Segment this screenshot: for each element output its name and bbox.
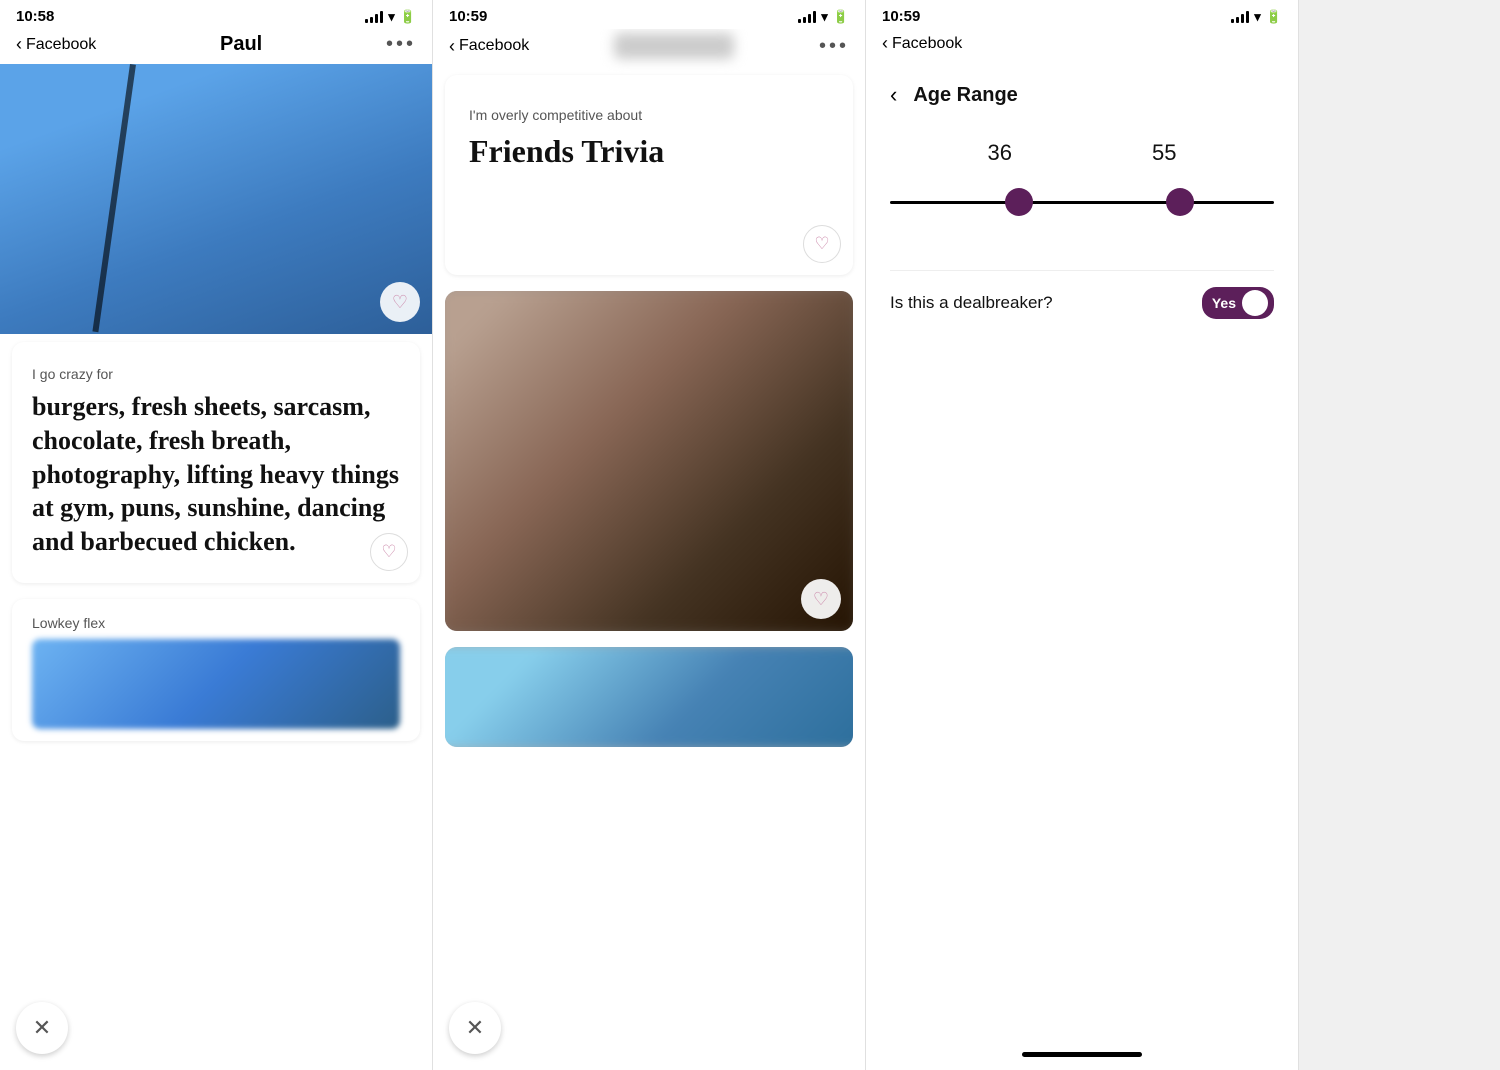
age-range-slider[interactable] [890,182,1274,222]
slider-thumb-min[interactable] [1005,188,1033,216]
close-button-2[interactable]: ✕ [449,1002,501,1054]
prompt-card: I go crazy for burgers, fresh sheets, sa… [12,342,420,583]
dealbreaker-toggle[interactable]: Yes [1202,287,1274,319]
status-time-2: 10:59 [449,8,487,25]
wifi-icon-1: ▾ [388,9,395,25]
battery-icon-3: 🔋 [1266,9,1282,25]
age-max-value: 55 [1152,140,1176,166]
home-bar-3 [1022,1052,1142,1057]
status-time-3: 10:59 [882,8,920,25]
home-indicator-3 [866,1042,1298,1070]
signal-icon-1 [365,11,383,23]
dealbreaker-label: Is this a dealbreaker? [890,293,1053,313]
age-range-title: Age Range [913,84,1017,107]
wifi-icon-2: ▾ [821,9,828,25]
more-button-2[interactable]: ••• [819,35,849,58]
battery-icon-1: 🔋 [400,9,416,25]
nav-bar-2: ‹ Facebook ••• [433,29,865,67]
signal-icon-3 [1231,11,1249,23]
age-range-back-button[interactable]: ‹ [890,82,897,108]
status-icons-3: ▾ 🔋 [1231,9,1282,25]
age-values-row: 36 55 [890,140,1274,166]
heart-icon-card: ♡ [381,542,396,562]
photo-blurred-1 [445,291,853,631]
status-icons-1: ▾ 🔋 [365,9,416,25]
slider-track [890,201,1274,204]
age-min-value: 36 [988,140,1012,166]
photo-heart-button-2[interactable]: ♡ [801,579,841,619]
more-button-1[interactable]: ••• [386,33,416,56]
nav-bar-1: ‹ Facebook Paul ••• [0,29,432,64]
photo-blurred-2 [445,647,853,747]
battery-icon-2: 🔋 [833,9,849,25]
x-icon-1: ✕ [33,1015,51,1041]
status-time-1: 10:58 [16,8,54,25]
back-button-1[interactable]: ‹ Facebook [16,34,96,55]
status-bar-2: 10:59 ▾ 🔋 [433,0,865,29]
back-button-2[interactable]: ‹ Facebook [449,36,529,57]
lowkey-photo [32,639,400,729]
back-arrow-icon-2: ‹ [449,36,455,57]
nav-facebook-label-1: Facebook [26,36,96,54]
trivia-heart-button[interactable]: ♡ [803,225,841,263]
toggle-yes-label: Yes [1212,295,1236,311]
photo-heart-button[interactable]: ♡ [380,282,420,322]
back-arrow-icon-1: ‹ [16,34,22,55]
close-button-1[interactable]: ✕ [16,1002,68,1054]
dealbreaker-row: Is this a dealbreaker? Yes [890,270,1274,335]
toggle-circle [1242,290,1268,316]
back-button-3[interactable]: ‹ Facebook [882,33,962,54]
lowkey-label: Lowkey flex [32,615,400,631]
nav-bar-3: ‹ Facebook [866,29,1298,62]
panel-3-age-range: 10:59 ▾ 🔋 ‹ Facebook ‹ Age Range [866,0,1299,1070]
blurred-username [614,33,734,59]
lowkey-card: Lowkey flex [12,599,420,741]
wifi-icon-3: ▾ [1254,9,1261,25]
profile-photo-block: ♡ [0,64,432,334]
heart-icon-photo: ♡ [392,292,408,313]
photo-card-2 [445,647,853,747]
heart-icon-photo2: ♡ [813,589,829,610]
nav-facebook-label-3: Facebook [892,35,962,53]
profile-name: Paul [220,33,262,56]
prompt-text: burgers, fresh sheets, sarcasm, chocolat… [32,390,400,559]
trivia-prompt-label: I'm overly competitive about [469,107,829,123]
slider-thumb-max[interactable] [1166,188,1194,216]
status-icons-2: ▾ 🔋 [798,9,849,25]
status-bar-1: 10:58 ▾ 🔋 [0,0,432,29]
nav-facebook-label-2: Facebook [459,37,529,55]
prompt-label: I go crazy for [32,366,400,382]
heart-icon-trivia: ♡ [814,234,829,254]
status-bar-3: 10:59 ▾ 🔋 [866,0,1298,29]
x-icon-2: ✕ [466,1015,484,1041]
trivia-prompt-text: Friends Trivia [469,131,829,173]
trivia-card: I'm overly competitive about Friends Tri… [445,75,853,275]
photo-card-1: ♡ [445,291,853,631]
panel-1-profile: 10:58 ▾ 🔋 ‹ Facebook Paul ••• ♡ I go cra… [0,0,433,1070]
profile-photo [0,64,432,334]
panel-2-trivia: 10:59 ▾ 🔋 ‹ Facebook ••• I'm overly comp… [433,0,866,1070]
signal-icon-2 [798,11,816,23]
back-arrow-icon-3: ‹ [882,33,888,54]
age-range-content: ‹ Age Range 36 55 Is this a dealbreaker?… [866,62,1298,1042]
card-heart-button[interactable]: ♡ [370,533,408,571]
